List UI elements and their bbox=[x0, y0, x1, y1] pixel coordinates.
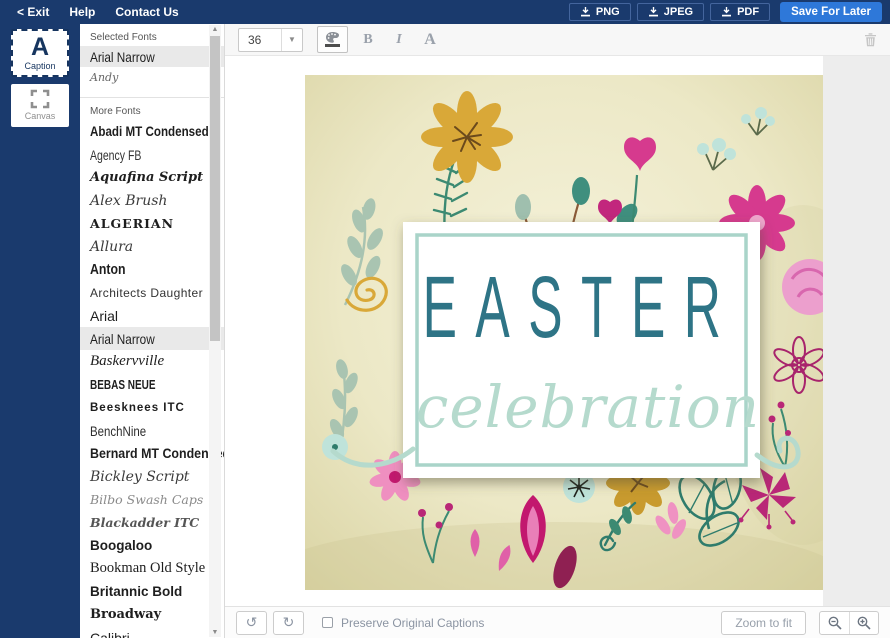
font-list-item[interactable]: ALGERIAN bbox=[80, 212, 224, 235]
design-canvas[interactable]: EASTER celebration bbox=[305, 75, 823, 590]
font-list-item[interactable]: Allura bbox=[80, 235, 224, 258]
more-fonts-list: Abadi MT Condensed Agency FB Aquafina Sc… bbox=[80, 120, 224, 638]
chevron-down-icon: ▼ bbox=[288, 35, 296, 44]
font-list-item[interactable]: Bookman Old Style bbox=[80, 557, 224, 580]
font-list-item[interactable]: Arial bbox=[80, 304, 224, 327]
font-list-item[interactable]: BenchNine bbox=[80, 419, 224, 442]
font-color-button[interactable] bbox=[317, 26, 348, 53]
easter-design-image: EASTER celebration bbox=[305, 75, 823, 590]
caption-tool-button[interactable]: A Caption bbox=[11, 29, 69, 77]
current-color-swatch bbox=[325, 44, 340, 47]
selected-font-item[interactable]: Andy bbox=[80, 67, 224, 88]
workspace-gutter bbox=[823, 56, 890, 606]
font-list-item[interactable]: Beesknees ITC bbox=[80, 396, 224, 419]
canvas-workspace: EASTER celebration bbox=[225, 56, 890, 606]
font-list-item[interactable]: Bickley Script bbox=[80, 465, 224, 488]
exit-link[interactable]: < Exit bbox=[8, 5, 58, 19]
letter-case-button[interactable]: A bbox=[419, 31, 441, 49]
zoom-button-group bbox=[819, 611, 879, 635]
export-button-label: PNG bbox=[596, 6, 620, 18]
font-panel-scrollbar[interactable]: ▲ ▼ bbox=[209, 25, 221, 637]
selected-fonts-list: Arial Narrow Andy bbox=[80, 46, 224, 88]
redo-button[interactable]: ↻ bbox=[273, 611, 304, 635]
caption-tool-label: Caption bbox=[24, 61, 55, 72]
scrollbar-thumb[interactable] bbox=[210, 36, 220, 341]
selected-font-item[interactable]: Arial Narrow bbox=[80, 46, 224, 67]
top-navigation-bar: < Exit Help Contact Us PNG JPEG PDF bbox=[0, 0, 890, 24]
scroll-up-arrow-icon[interactable]: ▲ bbox=[209, 26, 221, 33]
more-fonts-header: More Fonts bbox=[80, 98, 224, 120]
status-bar: ↺ ↻ Preserve Original Captions Zoom to f… bbox=[225, 606, 890, 638]
font-list-item[interactable]: Boogaloo bbox=[80, 534, 224, 557]
font-size-input[interactable]: 36 bbox=[239, 29, 281, 51]
download-icon bbox=[580, 7, 591, 17]
export-button[interactable]: PNG bbox=[569, 3, 631, 21]
trash-icon bbox=[864, 32, 877, 47]
font-list-item[interactable]: Arial Narrow bbox=[80, 327, 224, 350]
font-list-item[interactable]: Bilbo Swash Caps bbox=[80, 488, 224, 511]
font-list-item[interactable]: Blackadder ITC bbox=[80, 511, 224, 534]
contact-us-link[interactable]: Contact Us bbox=[106, 5, 187, 19]
font-list-item[interactable]: Agency FB bbox=[80, 143, 224, 166]
caption-subtitle-text[interactable]: celebration bbox=[416, 373, 760, 441]
app-window: < Exit Help Contact Us PNG JPEG PDF bbox=[0, 0, 890, 638]
font-list-item[interactable]: Calibri bbox=[80, 626, 224, 638]
canvas-tool-label: Canvas bbox=[25, 111, 56, 122]
download-icon bbox=[648, 7, 659, 17]
magnifier-minus-icon bbox=[828, 616, 842, 630]
canvas-tool-button[interactable]: Canvas bbox=[11, 84, 69, 127]
editor-area: 36 ▼ B I A bbox=[225, 24, 890, 638]
font-list-item[interactable]: Bernard MT Condensed bbox=[80, 442, 224, 465]
bold-button[interactable]: B bbox=[357, 32, 379, 48]
save-for-later-button[interactable]: Save For Later bbox=[780, 2, 882, 22]
help-link[interactable]: Help bbox=[60, 5, 104, 19]
selected-fonts-header: Selected Fonts bbox=[80, 24, 224, 46]
tool-rail: A Caption Canvas bbox=[0, 24, 80, 638]
undo-icon: ↺ bbox=[246, 614, 258, 631]
export-button[interactable]: JPEG bbox=[637, 3, 704, 21]
font-list-item[interactable]: BEBAS NEUE bbox=[80, 373, 224, 396]
font-list-item[interactable]: Broadway bbox=[80, 603, 224, 626]
font-list-item[interactable]: Baskervville bbox=[80, 350, 224, 373]
zoom-to-fit-button[interactable]: Zoom to fit bbox=[721, 611, 806, 635]
font-list-item[interactable]: Britannic Bold bbox=[80, 580, 224, 603]
font-list-item[interactable]: Alex Brush bbox=[80, 189, 224, 212]
palette-icon bbox=[326, 32, 339, 43]
caption-title-text[interactable]: EASTER bbox=[423, 259, 740, 356]
font-panel: Selected Fonts Arial Narrow Andy More Fo… bbox=[80, 24, 225, 638]
corners-icon bbox=[30, 89, 50, 109]
preserve-captions-checkbox[interactable] bbox=[322, 617, 333, 628]
letter-a-icon: A bbox=[31, 34, 49, 61]
font-list-item[interactable]: Aquafina Script bbox=[80, 166, 224, 189]
magnifier-plus-icon bbox=[857, 616, 871, 630]
download-icon bbox=[721, 7, 732, 17]
export-button-label: JPEG bbox=[664, 6, 693, 18]
font-list-item[interactable]: Anton bbox=[80, 258, 224, 281]
font-size-dropdown[interactable]: ▼ bbox=[281, 29, 302, 51]
font-size-control: 36 ▼ bbox=[238, 28, 303, 52]
zoom-in-button[interactable] bbox=[849, 612, 878, 634]
preserve-captions-label: Preserve Original Captions bbox=[341, 616, 484, 630]
italic-button[interactable]: I bbox=[388, 32, 410, 48]
export-button[interactable]: PDF bbox=[710, 3, 770, 21]
redo-icon: ↻ bbox=[283, 614, 295, 631]
format-toolbar: 36 ▼ B I A bbox=[225, 24, 890, 56]
undo-button[interactable]: ↺ bbox=[236, 611, 267, 635]
font-list-item[interactable]: Architects Daughter bbox=[80, 281, 224, 304]
delete-caption-button[interactable] bbox=[864, 32, 877, 47]
export-button-label: PDF bbox=[737, 6, 759, 18]
zoom-out-button[interactable] bbox=[820, 612, 849, 634]
scroll-down-arrow-icon[interactable]: ▼ bbox=[209, 629, 221, 636]
font-list-item[interactable]: Abadi MT Condensed bbox=[80, 120, 224, 143]
export-button-group: PNG JPEG PDF bbox=[563, 3, 770, 21]
